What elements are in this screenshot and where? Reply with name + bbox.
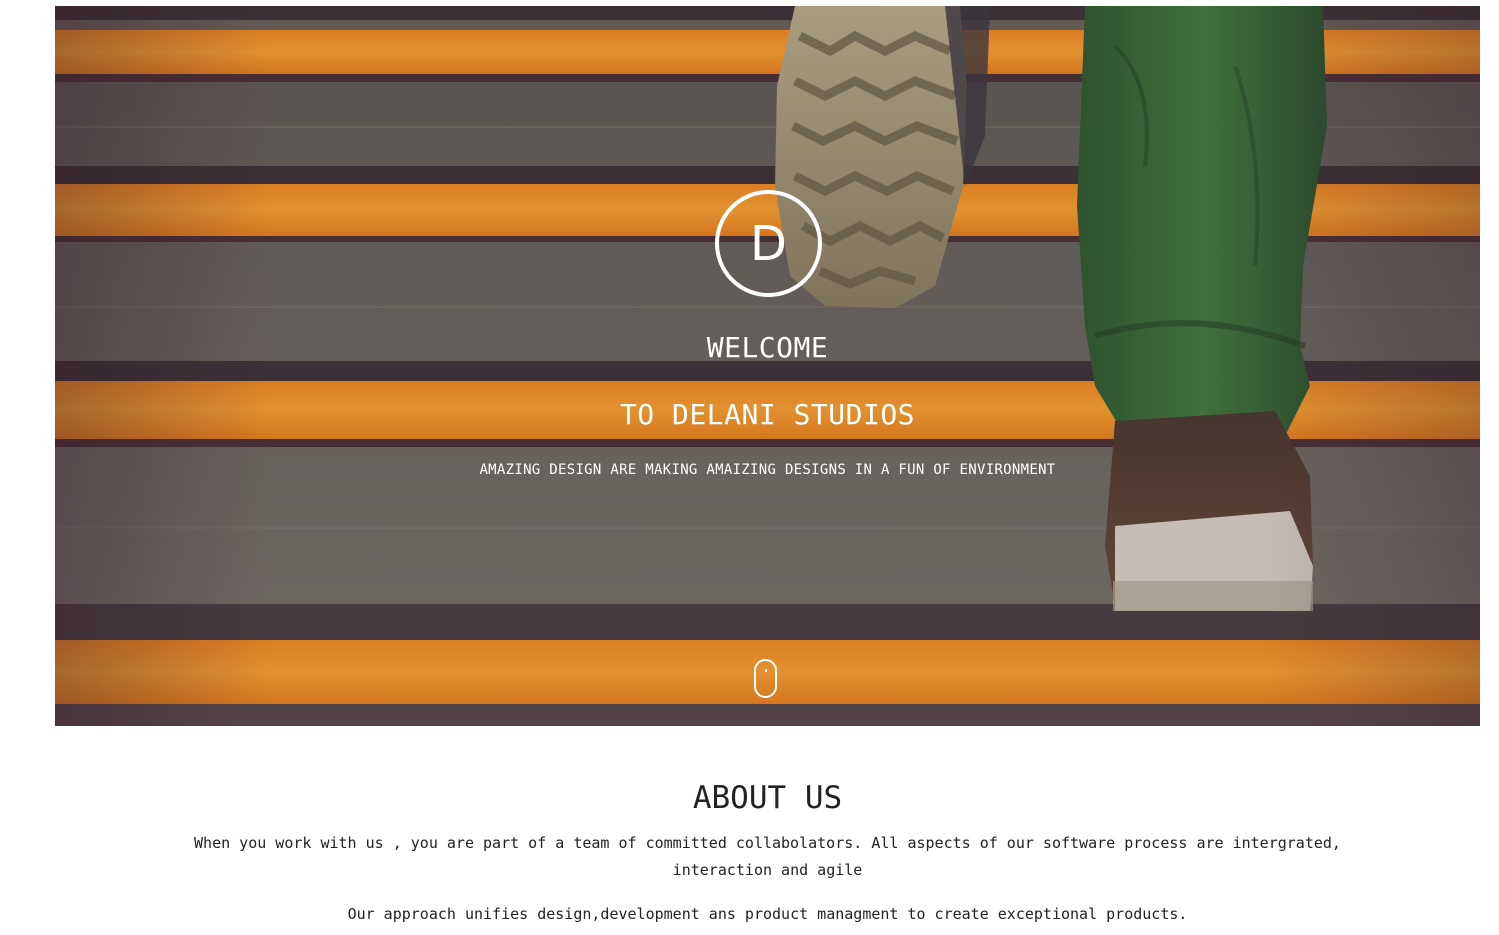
about-paragraph-approach: Our approach unifies design,development … (347, 905, 1188, 923)
mouse-wheel-dot (765, 669, 767, 672)
about-paragraph-team: When you work with us , you are part of … (194, 834, 1341, 879)
brand-logo[interactable]: D (715, 190, 822, 297)
hero-tagline: AMAZING DESIGN ARE MAKING AMAIZING DESIG… (479, 462, 1056, 478)
about-section-title: ABOUT US (692, 780, 843, 816)
hero-studio-heading: TO DELANI STUDIOS (619, 398, 916, 431)
hero-banner: D WELCOME TO DELANI STUDIOS AMAZING DESI… (55, 6, 1480, 726)
hero-welcome-heading: WELCOME (706, 331, 829, 364)
landing-page: D WELCOME TO DELANI STUDIOS AMAZING DESI… (0, 0, 1499, 935)
hero-tint-overlay (55, 6, 1480, 726)
brand-logo-letter: D (750, 215, 787, 272)
mouse-scroll-icon[interactable] (754, 659, 777, 698)
